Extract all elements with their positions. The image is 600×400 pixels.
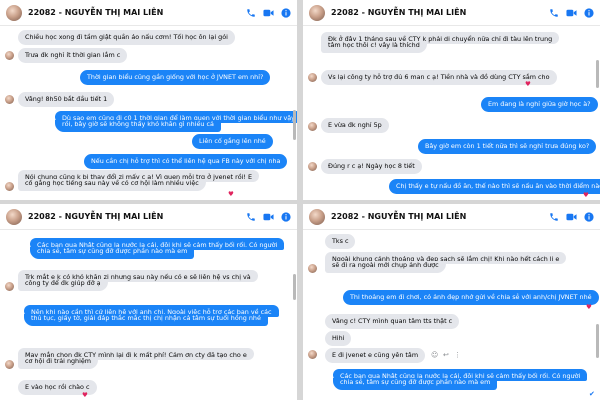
message-incoming[interactable]: cố gắng học tiếng sau này về có cơ hội l…: [18, 179, 206, 191]
message-outgoing[interactable]: Chị thấy e tự nấu đồ ăn, thế nào thì sẽ …: [389, 179, 600, 194]
avatar[interactable]: [6, 4, 22, 21]
message-incoming[interactable]: Trưa đk nghỉ ít thời gian lắm c: [18, 48, 128, 63]
message-outgoing[interactable]: rồi, bây giờ sẽ không thấy khó khăn gì n…: [55, 120, 221, 132]
heart-reaction-icon: ♥: [228, 190, 234, 198]
chat-header: 22082 - NGUYỄN THỊ MAI LIÊN: [0, 0, 297, 26]
heart-reaction-icon: ♥: [586, 303, 592, 311]
video-icon[interactable]: [566, 8, 577, 18]
avatar: [5, 360, 14, 369]
message-incoming[interactable]: Vs lại công ty hỗ trợ đủ 6 man c ạ! Tiền…: [321, 70, 557, 85]
chat-panel-top-left: 22082 - NGUYỄN THỊ MAI LIÊN Chiều học xo…: [0, 0, 297, 200]
message-incoming[interactable]: sẽ đi ra ngoài mới chụp ảnh được: [325, 261, 446, 273]
message-outgoing[interactable]: chia sẻ, tâm sự cũng đỡ được phần nào mà…: [333, 378, 498, 390]
info-icon[interactable]: [584, 7, 594, 18]
avatar: [308, 73, 317, 82]
info-icon[interactable]: [584, 211, 594, 222]
message-incoming[interactable]: công ty để đk giúp đỡ ạ: [18, 279, 108, 291]
avatar: [5, 51, 14, 60]
message-incoming[interactable]: cơ hội đi trải nghiệm: [18, 357, 99, 369]
chat-header: 22082 - NGUYỄN THỊ MAI LIÊN: [0, 204, 297, 230]
message-outgoing[interactable]: Liên cố gắng lên nhé: [192, 134, 273, 149]
chat-panel-top-right: 22082 - NGUYỄN THỊ MAI LIÊN Đk ở đây 1 t…: [303, 0, 600, 200]
heart-reaction-icon: ♥: [583, 191, 589, 199]
scrollbar[interactable]: [596, 60, 599, 88]
avatar[interactable]: [6, 208, 22, 225]
avatar: [5, 95, 14, 104]
chat-panel-bottom-right: 22082 - NGUYỄN THỊ MAI LIÊN Tks c Ngoài …: [303, 204, 600, 400]
phone-icon[interactable]: [246, 212, 256, 222]
avatar[interactable]: [309, 208, 325, 225]
info-icon[interactable]: [281, 7, 291, 18]
video-icon[interactable]: [263, 212, 274, 222]
contact-name[interactable]: 22082 - NGUYỄN THỊ MAI LIÊN: [28, 212, 163, 221]
contact-name[interactable]: 22082 - NGUYỄN THỊ MAI LIÊN: [28, 8, 163, 17]
chat-header: 22082 - NGUYỄN THỊ MAI LIÊN: [303, 0, 600, 26]
scrollbar[interactable]: [293, 274, 296, 300]
message-incoming[interactable]: Đúng r c ạ! Ngày học 8 tiết: [321, 159, 422, 174]
chat-panel-bottom-left: 22082 - NGUYỄN THỊ MAI LIÊN Các bạn qua …: [0, 204, 297, 400]
avatar: [308, 122, 317, 131]
message-outgoing[interactable]: Bây giờ em còn 1 tiết nữa thì sẽ nghỉ tr…: [418, 139, 597, 154]
message-outgoing[interactable]: Nếu cần chị hỗ trợ thì có thể liên hệ qu…: [84, 154, 288, 169]
contact-name[interactable]: 22082 - NGUYỄN THỊ MAI LIÊN: [331, 8, 466, 17]
phone-icon[interactable]: [549, 8, 559, 18]
avatar[interactable]: [309, 4, 325, 21]
phone-icon[interactable]: [549, 212, 559, 222]
message-outgoing[interactable]: chia sẻ, tâm sự cũng đỡ được phần nào mà…: [30, 247, 195, 259]
phone-icon[interactable]: [246, 8, 256, 18]
message-incoming[interactable]: Vâng c! CTY mình quan tâm tts thật c: [325, 314, 460, 329]
video-icon[interactable]: [263, 8, 274, 18]
avatar: [308, 264, 317, 273]
message-outgoing[interactable]: Thi thoảng em đi chơi, có ảnh đẹp nhớ gử…: [343, 290, 599, 305]
video-icon[interactable]: [566, 212, 577, 222]
more-icon[interactable]: ⋮: [454, 352, 461, 359]
scrollbar[interactable]: [293, 110, 296, 140]
message-incoming[interactable]: E vừa đk nghỉ 5p: [321, 118, 389, 133]
message-incoming[interactable]: Vâng! 8h50 bắt đầu tiết 1: [18, 92, 115, 107]
heart-reaction-icon: ♥: [82, 391, 88, 399]
reply-icon[interactable]: ↩: [443, 352, 449, 359]
avatar: [308, 350, 317, 359]
message-incoming[interactable]: E đi jvenet e cũng yên tâm: [325, 348, 426, 363]
avatar: [5, 182, 14, 191]
message-incoming[interactable]: tâm học thôi c! vây là thíchd: [321, 41, 427, 53]
reaction-icon[interactable]: ☺: [431, 352, 438, 359]
message-incoming[interactable]: Chiều học xong đi tầm giật quần áo nấu c…: [18, 30, 235, 45]
heart-reaction-icon: ♥: [525, 80, 531, 88]
seen-check-icon: ✔: [589, 390, 595, 398]
info-icon[interactable]: [281, 211, 291, 222]
message-incoming[interactable]: Tks c: [325, 234, 356, 249]
message-incoming[interactable]: Hihi: [325, 331, 352, 346]
scrollbar[interactable]: [596, 324, 599, 358]
avatar: [308, 162, 317, 171]
message-outgoing[interactable]: Thời gian biểu cũng gần giống với học ở …: [80, 70, 271, 85]
chat-header: 22082 - NGUYỄN THỊ MAI LIÊN: [303, 204, 600, 230]
message-outgoing[interactable]: thủ tục, giấy tờ, giải đáp thắc mắc thị …: [24, 314, 268, 326]
contact-name[interactable]: 22082 - NGUYỄN THỊ MAI LIÊN: [331, 212, 466, 221]
avatar: [5, 282, 14, 291]
message-outgoing[interactable]: Em đang là nghỉ giữa giờ học à?: [481, 97, 598, 112]
